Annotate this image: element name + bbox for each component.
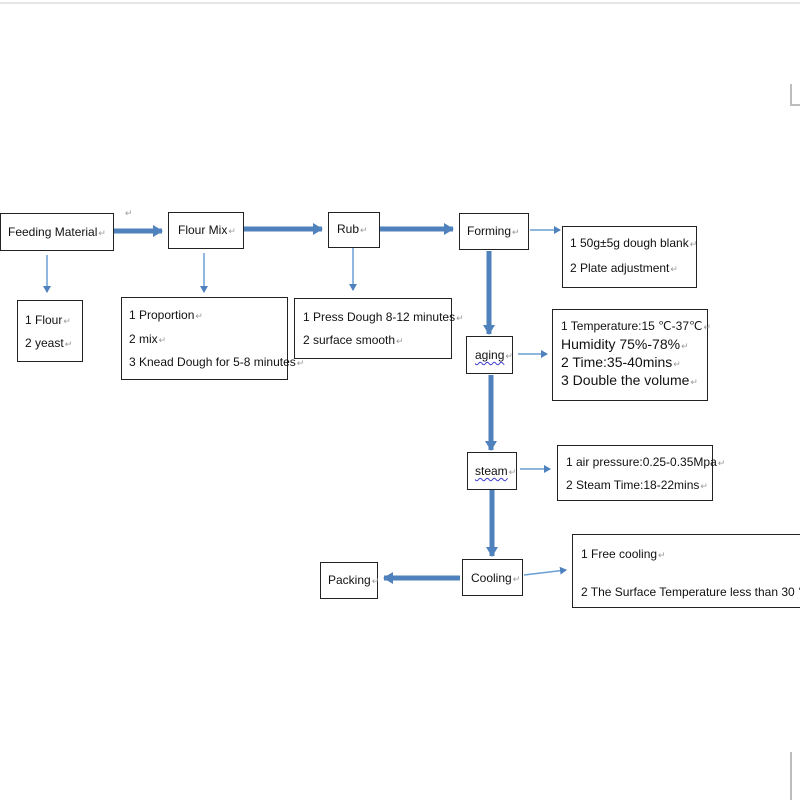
paragraph-mark: ↵ xyxy=(700,481,708,491)
note-line: Humidity 75%-78% xyxy=(561,336,681,352)
note-line: 1 Free cooling xyxy=(581,547,658,561)
paragraph-mark: ↵ xyxy=(371,576,380,586)
note-line: 3 Knead Dough for 5-8 minutes xyxy=(129,355,296,369)
node-cooling[interactable]: Cooling↵ xyxy=(462,559,523,596)
paragraph-mark: ↵ xyxy=(158,335,167,345)
note-line: 2 surface smooth xyxy=(303,333,396,347)
node-flour-mix[interactable]: Flour Mix↵ xyxy=(168,212,244,249)
note-cooling: 1 Free cooling↵ 2 The Surface Temperatur… xyxy=(572,534,800,608)
node-feeding-material[interactable]: Feeding Material↵ xyxy=(0,213,114,251)
paragraph-mark: ↵ xyxy=(670,264,678,274)
note-line: 1 Press Dough 8-12 minutes xyxy=(303,310,456,324)
note-line: 2 Time:35-40mins xyxy=(561,354,673,370)
paragraph-mark: ↵ xyxy=(63,316,71,326)
node-label: Packing xyxy=(328,573,371,587)
note-feeding: 1 Flour↵ 2 yeast↵ xyxy=(17,300,83,362)
paragraph-mark: ↵ xyxy=(360,225,368,235)
note-steam: 1 air pressure:0.25-0.35Mpa↵ 2 Steam Tim… xyxy=(557,445,725,501)
node-label: Cooling xyxy=(471,571,512,585)
paragraph-mark: ↵ xyxy=(64,339,73,349)
note-line: 1 Proportion xyxy=(129,308,195,322)
paragraph-mark: ↵ xyxy=(98,228,106,238)
paragraph-mark: ↵ xyxy=(228,226,236,236)
paragraph-mark: ↵ xyxy=(505,351,513,361)
node-label: steam xyxy=(475,464,508,478)
note-line: 2 The Surface Temperature less than 30 ℃ xyxy=(581,585,800,599)
note-line: 2 mix xyxy=(129,332,158,346)
note-line: 1 air pressure:0.25-0.35Mpa xyxy=(566,455,717,469)
paragraph-mark: ↵ xyxy=(512,574,521,584)
paragraph-mark: ↵ xyxy=(195,311,203,321)
node-label: aging xyxy=(475,348,505,362)
paragraph-mark: ↵ xyxy=(658,550,666,560)
node-aging[interactable]: aging↵ xyxy=(466,336,513,374)
paragraph-mark: ↵ xyxy=(703,322,712,332)
paragraph-mark: ↵ xyxy=(717,458,726,468)
node-packing[interactable]: Packing↵ xyxy=(320,562,380,599)
paragraph-mark: ↵ xyxy=(673,359,681,369)
note-rub: 1 Press Dough 8-12 minutes↵ 2 surface sm… xyxy=(294,298,464,359)
node-label: Forming xyxy=(467,224,512,238)
note-line: 3 Double the volume xyxy=(561,372,690,388)
paragraph-mark: ↵ xyxy=(396,336,404,346)
node-label: Feeding Material xyxy=(8,225,98,239)
note-line: 2 yeast xyxy=(25,336,64,350)
note-line: 2 Steam Time:18-22mins xyxy=(566,478,700,492)
node-label: Flour Mix xyxy=(178,223,228,237)
paragraph-mark: ↵ xyxy=(296,358,305,368)
paragraph-mark: ↵ xyxy=(512,227,520,237)
note-line: 2 Plate adjustment xyxy=(570,261,670,275)
paragraph-mark: ↵ xyxy=(508,467,517,477)
paragraph-mark: ↵ xyxy=(689,239,698,249)
paragraph-mark: ↵ xyxy=(690,377,698,387)
paragraph-mark: ↵ xyxy=(456,313,464,323)
node-label: Rub xyxy=(337,222,360,236)
node-steam[interactable]: steam↵ xyxy=(467,452,517,490)
paragraph-mark: ↵ xyxy=(681,341,689,351)
note-line: 1 Flour xyxy=(25,313,63,327)
node-forming[interactable]: Forming↵ xyxy=(459,213,529,250)
note-aging: 1 Temperature:15 ℃-37℃↵ Humidity 75%-78%… xyxy=(552,309,712,401)
note-line: 1 50g±5g dough blank xyxy=(570,236,689,250)
arrow-cooling-note xyxy=(523,566,567,576)
note-forming: 1 50g±5g dough blank↵ 2 Plate adjustment… xyxy=(562,226,697,288)
note-flour-mix: 1 Proportion↵ 2 mix↵ 3 Knead Dough for 5… xyxy=(121,297,304,380)
node-rub[interactable]: Rub↵ xyxy=(328,212,380,248)
paragraph-mark: ↵ xyxy=(125,208,133,218)
note-line: 1 Temperature:15 ℃-37℃ xyxy=(561,319,703,333)
